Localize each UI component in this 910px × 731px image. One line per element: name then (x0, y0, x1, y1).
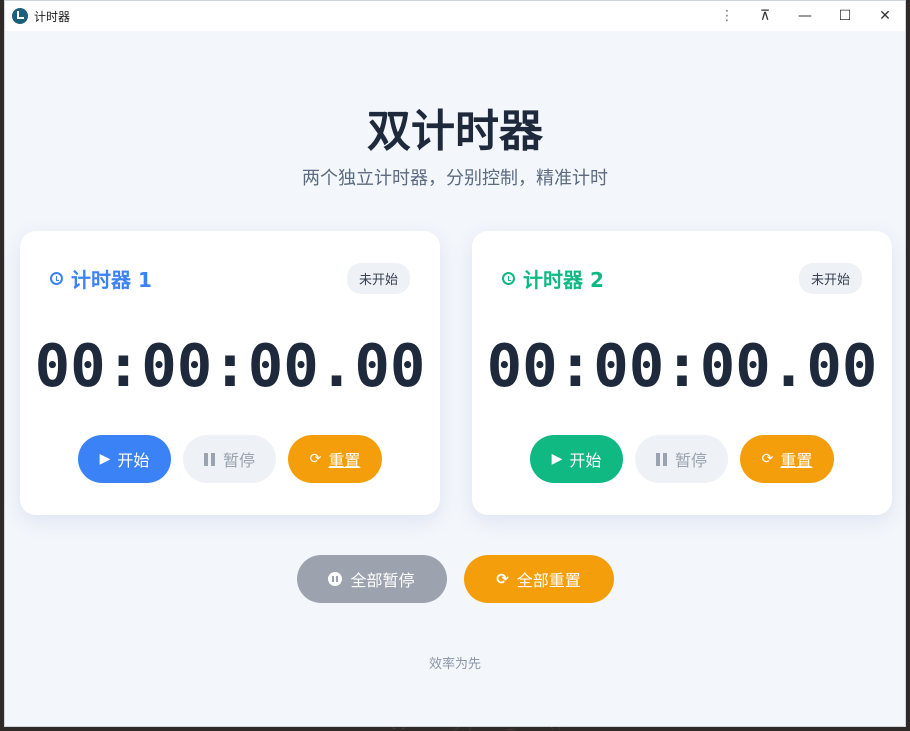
page-title: 双计时器 (367, 106, 543, 157)
reset-button[interactable]: ⟳ 重置 (288, 435, 382, 483)
pin-icon[interactable]: ⊼ (745, 1, 785, 31)
maximize-button[interactable]: ☐ (825, 1, 865, 31)
minimize-button[interactable]: — (785, 1, 825, 31)
timer-controls: ▶ 开始 暂停 ⟳ 重置 (20, 435, 440, 483)
global-controls: 全部暂停 ⟳ 全部重置 (5, 555, 905, 603)
status-badge: 未开始 (346, 262, 410, 294)
pause-all-label: 全部暂停 (350, 571, 415, 590)
reset-all-label: 全部重置 (516, 571, 581, 590)
start-label: 开始 (117, 451, 150, 470)
pause-label: 暂停 (222, 451, 255, 470)
close-button[interactable]: ✕ (865, 1, 905, 31)
clock-icon (50, 271, 63, 285)
timer-title: 计时器 1 (50, 264, 152, 293)
play-icon: ▶ (551, 451, 563, 467)
timer-controls: ▶ 开始 暂停 ⟳ 重置 (472, 435, 892, 483)
window-controls: ⋮ ⊼ — ☐ ✕ (709, 1, 905, 31)
start-button[interactable]: ▶ 开始 (78, 435, 171, 483)
pause-all-button[interactable]: 全部暂停 (296, 555, 447, 603)
status-badge: 未开始 (798, 262, 862, 294)
pause-circle-icon (328, 572, 343, 586)
pause-icon (203, 452, 215, 466)
timer-display: 00:00:00.00 (486, 331, 878, 400)
reset-label: 重置 (780, 451, 813, 470)
app-clock-icon (12, 8, 28, 24)
timer-card-1: 计时器 1 未开始 00:00:00.00 ▶ 开始 暂停 ⟳ 重置 (20, 231, 440, 515)
title-bar: 计时器 ⋮ ⊼ — ☐ ✕ (5, 1, 905, 31)
reset-all-button[interactable]: ⟳ 全部重置 (463, 555, 614, 603)
pause-icon (655, 452, 667, 466)
play-icon: ▶ (99, 451, 111, 467)
app-window: 计时器 ⋮ ⊼ — ☐ ✕ 双计时器 两个独立计时器，分别控制，精准计时 计时器… (4, 0, 906, 727)
refresh-icon: ⟳ (309, 451, 322, 467)
refresh-icon: ⟳ (761, 451, 774, 467)
reset-label: 重置 (328, 451, 361, 470)
timer-card-2: 计时器 2 未开始 00:00:00.00 ▶ 开始 暂停 ⟳ 重置 (472, 231, 892, 515)
timer-card-header: 计时器 1 未开始 (50, 262, 410, 294)
pause-button[interactable]: 暂停 (183, 435, 276, 483)
clock-icon (502, 271, 515, 285)
start-button[interactable]: ▶ 开始 (530, 435, 623, 483)
window-title: 计时器 (34, 9, 71, 24)
timer-display: 00:00:00.00 (34, 331, 426, 400)
timer-card-header: 计时器 2 未开始 (502, 262, 862, 294)
reset-button[interactable]: ⟳ 重置 (740, 435, 834, 483)
timer-name: 计时器 2 (523, 267, 604, 292)
start-label: 开始 (569, 451, 602, 470)
more-options-icon[interactable]: ⋮ (709, 1, 745, 31)
refresh-icon: ⟳ (496, 570, 509, 588)
main-content: 双计时器 两个独立计时器，分别控制，精准计时 计时器 1 未开始 00:00:0… (5, 31, 905, 726)
timer-title: 计时器 2 (502, 264, 604, 293)
pause-button[interactable]: 暂停 (635, 435, 728, 483)
timer-name: 计时器 1 (71, 267, 152, 292)
page-subtitle: 两个独立计时器，分别控制，精准计时 (302, 168, 608, 189)
footer-text: 效率为先 (428, 657, 481, 672)
pause-label: 暂停 (674, 451, 707, 470)
